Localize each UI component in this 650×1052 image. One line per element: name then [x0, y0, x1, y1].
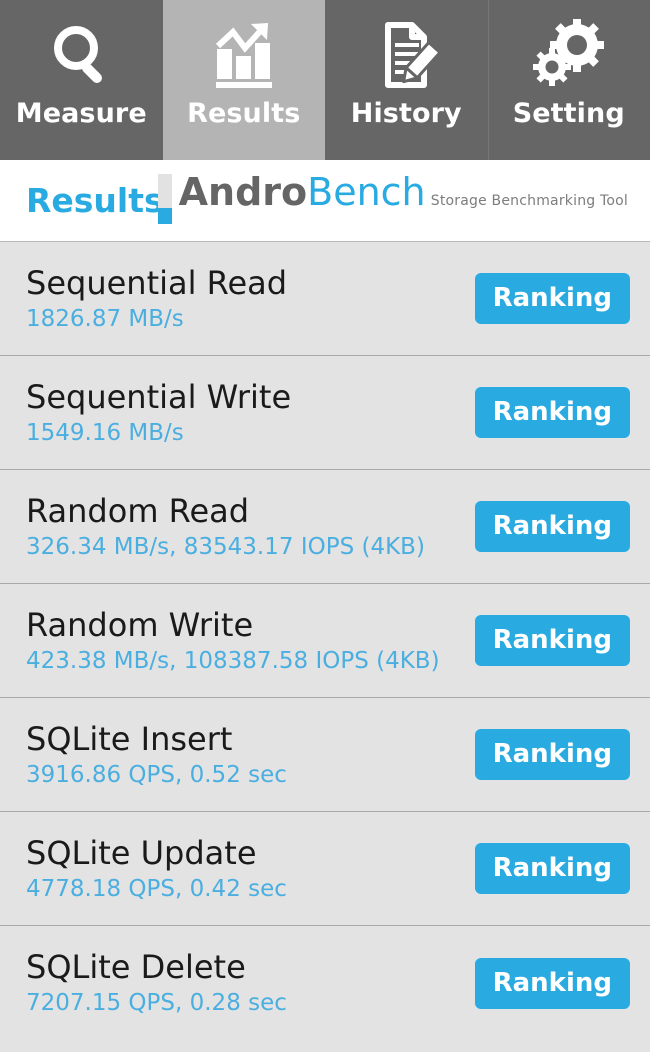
- result-info: SQLite Delete 7207.15 QPS, 0.28 sec: [26, 948, 287, 1018]
- brand-text: AndroBench Storage Benchmarking Tool: [179, 172, 628, 212]
- page-header: Results AndroBench Storage Benchmarking …: [0, 160, 650, 242]
- table-row[interactable]: Random Write 423.38 MB/s, 108387.58 IOPS…: [0, 584, 650, 698]
- result-name: Random Read: [26, 491, 250, 530]
- result-value: 4778.18 QPS, 0.42 sec: [26, 875, 287, 902]
- result-value: 1826.87 MB/s: [26, 305, 184, 332]
- magnifier-icon: [0, 14, 163, 96]
- tab-history-label: History: [350, 98, 462, 129]
- brand-name-primary: Andro: [178, 170, 308, 214]
- result-value: 7207.15 QPS, 0.28 sec: [26, 990, 287, 1016]
- document-pencil-icon: [325, 14, 488, 96]
- ranking-button[interactable]: Ranking: [474, 615, 630, 666]
- result-name: Random Write: [26, 605, 254, 644]
- result-info: SQLite Insert 3916.86 QPS, 0.52 sec: [26, 720, 287, 790]
- brand-name: AndroBench: [179, 170, 426, 214]
- tab-history[interactable]: History: [325, 0, 488, 160]
- tab-measure[interactable]: Measure: [0, 0, 163, 160]
- tab-setting-label: Setting: [512, 98, 625, 129]
- ranking-button[interactable]: Ranking: [474, 273, 630, 324]
- brand-name-secondary: Bench: [307, 170, 426, 214]
- result-info: Random Read 326.34 MB/s, 83543.17 IOPS (…: [26, 492, 425, 562]
- table-row[interactable]: Random Read 326.34 MB/s, 83543.17 IOPS (…: [0, 470, 650, 584]
- result-value: 1549.16 MB/s: [26, 419, 184, 446]
- page-title: Results: [26, 181, 164, 220]
- bar-chart-trend-icon: [163, 14, 326, 96]
- brand-tagline: Storage Benchmarking Tool: [430, 193, 628, 209]
- ranking-button[interactable]: Ranking: [474, 387, 630, 438]
- result-name: SQLite Update: [26, 833, 257, 872]
- result-name: SQLite Insert: [26, 719, 233, 758]
- benchmark-results-list: Sequential Read 1826.87 MB/s Ranking Seq…: [0, 242, 650, 1040]
- ranking-button[interactable]: Ranking: [474, 501, 630, 552]
- result-name: Sequential Read: [26, 263, 288, 302]
- tab-results-label: Results: [187, 98, 301, 129]
- table-row[interactable]: Sequential Write 1549.16 MB/s Ranking: [0, 356, 650, 470]
- result-info: SQLite Update 4778.18 QPS, 0.42 sec: [26, 834, 287, 904]
- tab-measure-label: Measure: [15, 98, 147, 129]
- logo-bar-icon: [157, 174, 172, 224]
- ranking-button[interactable]: Ranking: [474, 843, 630, 894]
- tab-results[interactable]: Results: [162, 0, 326, 160]
- result-info: Sequential Read 1826.87 MB/s: [26, 264, 287, 334]
- tab-setting[interactable]: Setting: [487, 0, 650, 160]
- result-info: Random Write 423.38 MB/s, 108387.58 IOPS…: [26, 606, 440, 676]
- ranking-button[interactable]: Ranking: [474, 729, 630, 780]
- result-name: Sequential Write: [26, 377, 292, 416]
- result-value: 326.34 MB/s, 83543.17 IOPS (4KB): [26, 533, 425, 560]
- table-row[interactable]: SQLite Delete 7207.15 QPS, 0.28 sec Rank…: [0, 926, 650, 1040]
- ranking-button[interactable]: Ranking: [474, 957, 630, 1009]
- androbench-logo: AndroBench Storage Benchmarking Tool: [157, 172, 628, 224]
- table-row[interactable]: Sequential Read 1826.87 MB/s Ranking: [0, 242, 650, 356]
- main-tab-bar: Measure Results History Setting: [0, 0, 650, 160]
- result-value: 423.38 MB/s, 108387.58 IOPS (4KB): [26, 647, 440, 674]
- result-name: SQLite Delete: [26, 948, 246, 986]
- result-info: Sequential Write 1549.16 MB/s: [26, 378, 291, 448]
- result-value: 3916.86 QPS, 0.52 sec: [26, 761, 287, 788]
- gears-icon: [488, 14, 650, 96]
- table-row[interactable]: SQLite Insert 3916.86 QPS, 0.52 sec Rank…: [0, 698, 650, 812]
- table-row[interactable]: SQLite Update 4778.18 QPS, 0.42 sec Rank…: [0, 812, 650, 926]
